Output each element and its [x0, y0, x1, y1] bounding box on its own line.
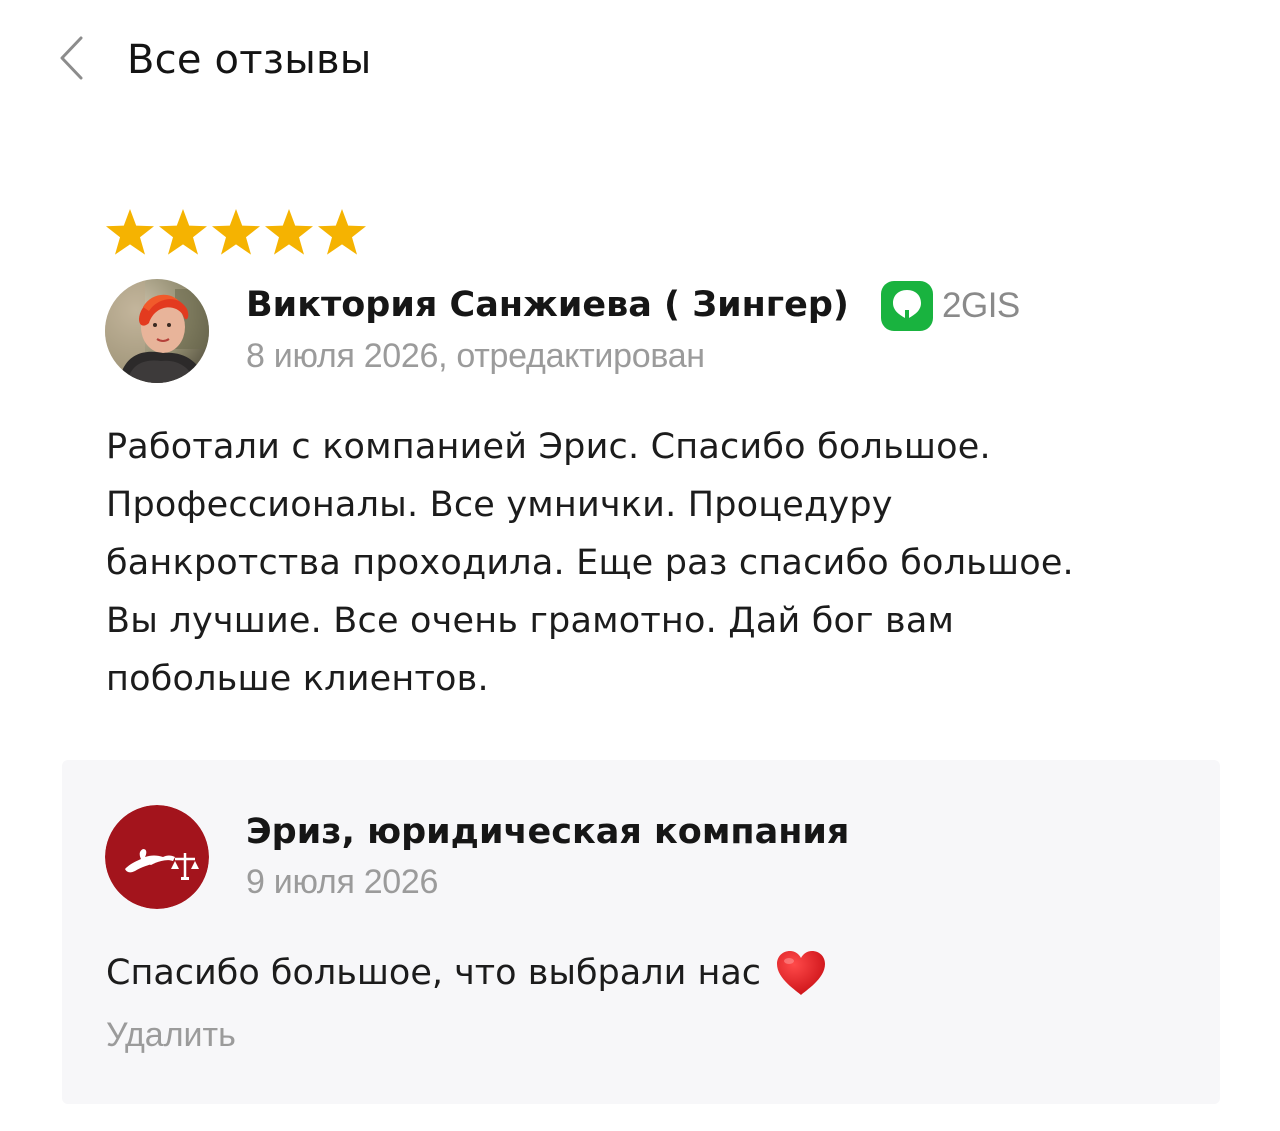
reply-message: Спасибо большое, что выбрали нас	[106, 953, 762, 993]
review-date: 8 июля 2026, отредактирован	[246, 337, 705, 375]
review-text: Работали с компанией Эрис. Спасибо больш…	[106, 418, 1186, 708]
source-badge: 2GIS	[880, 280, 1020, 332]
star-icon	[265, 209, 313, 255]
review-text-line: банкротства проходила. Еще раз спасибо б…	[106, 543, 1074, 583]
all-reviews-screen: Все отзывы Виктория Санжиева (Зингер) 2…	[0, 0, 1280, 1131]
source-label: 2GIS	[942, 286, 1020, 325]
chevron-left-icon	[60, 36, 83, 80]
2gis-logo-icon	[881, 281, 933, 331]
reply-date: 9 июля 2026	[246, 863, 439, 901]
company-reply-card: Эриз, юридическая компания 9 июля 2026 С…	[62, 760, 1220, 1104]
star-icon	[159, 209, 207, 255]
page-title: Все отзывы	[127, 37, 372, 83]
star-rating	[104, 207, 368, 257]
company-name[interactable]: Эриз, юридическая компания	[246, 809, 849, 855]
review-text-line: Вы лучшие. Все очень грамотно. Дай бог в…	[106, 601, 955, 641]
reply-text: Спасибо большое, что выбрали нас	[106, 946, 827, 1000]
star-icon	[318, 209, 366, 255]
header: Все отзывы	[0, 0, 1280, 120]
star-icon	[106, 209, 154, 255]
delete-button[interactable]: Удалить	[106, 1013, 236, 1057]
avatar[interactable]	[105, 279, 209, 383]
back-button[interactable]	[52, 32, 92, 84]
heart-icon	[777, 951, 826, 995]
star-icon	[212, 209, 260, 255]
review-text-line: побольше клиентов.	[106, 659, 489, 699]
review-author-name[interactable]: Виктория Санжиева ( Зингер)	[246, 282, 849, 328]
review-text-line: Работали с компанией Эрис. Спасибо больш…	[106, 427, 991, 467]
review-text-line: Профессионалы. Все умнички. Процедуру	[106, 485, 893, 525]
company-avatar[interactable]	[105, 805, 209, 909]
